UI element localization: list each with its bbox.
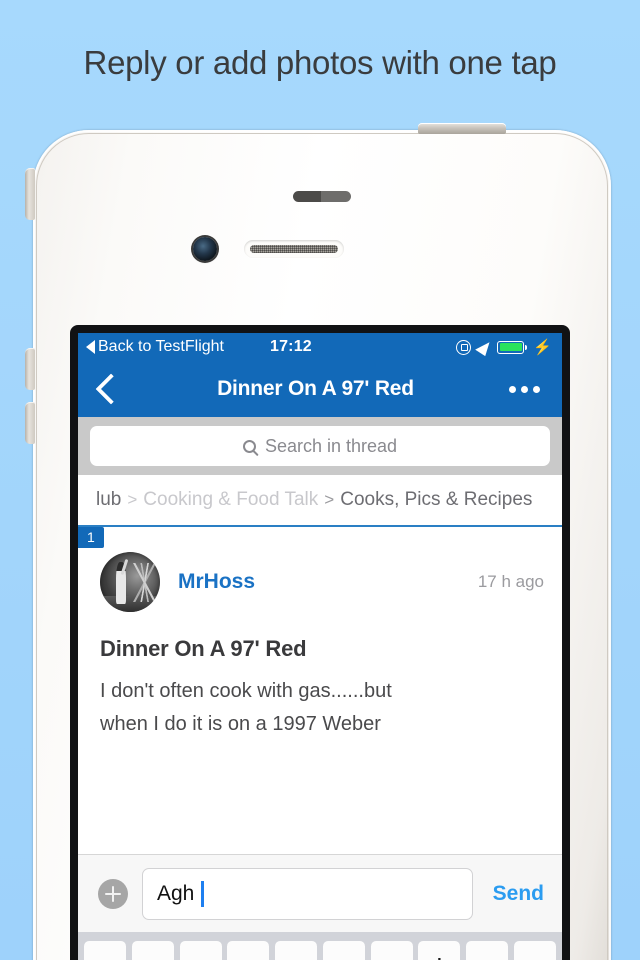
volume-up-button[interactable]	[25, 348, 35, 390]
post-header: MrHoss 17 h ago	[78, 527, 562, 612]
nav-bar: Dinner On A 97' Red	[78, 361, 562, 417]
status-indicators: ⚡	[456, 337, 552, 357]
page-headline: Reply or add photos with one tap	[83, 44, 557, 81]
search-input[interactable]: Search in thread	[90, 426, 550, 466]
power-button[interactable]	[418, 123, 506, 134]
screen-bezel: Back to TestFlight 17:12 ⚡ Dinner On A 9…	[70, 325, 570, 960]
key-e[interactable]: e	[179, 941, 222, 960]
post-item: 1 MrHoss 17 h ago Dinner On A 97' Red I …	[78, 527, 562, 741]
charging-bolt-icon: ⚡	[533, 338, 552, 356]
back-triangle-icon	[86, 340, 95, 354]
reply-input-value: Agh	[157, 881, 195, 905]
phone-screen: Back to TestFlight 17:12 ⚡ Dinner On A 9…	[78, 333, 562, 960]
key-y[interactable]: y	[322, 941, 365, 960]
key-t[interactable]: t	[275, 941, 318, 960]
reply-composer: Agh Send	[78, 854, 562, 932]
reply-input[interactable]: Agh	[142, 867, 473, 920]
search-icon	[242, 439, 256, 453]
proximity-sensor	[293, 191, 351, 202]
status-back-to-app[interactable]: Back to TestFlight	[86, 338, 224, 356]
silent-switch[interactable]	[25, 168, 35, 220]
text-caret	[201, 880, 204, 907]
post-timestamp: 17 h ago	[477, 572, 544, 591]
phone-device: Back to TestFlight 17:12 ⚡ Dinner On A 9…	[25, 123, 611, 960]
key-q[interactable]: q	[84, 941, 126, 960]
breadcrumb-item-2[interactable]: Cooks, Pics & Recipes	[340, 489, 532, 511]
rotation-lock-icon	[456, 339, 472, 355]
front-camera	[193, 237, 217, 261]
keyboard-row-1: q w e r t y u i o p	[81, 941, 559, 960]
breadcrumb: lub > Cooking & Food Talk > Cooks, Pics …	[78, 475, 562, 525]
location-arrow-icon	[475, 337, 494, 357]
post-title: Dinner On A 97' Red	[100, 636, 307, 661]
status-clock: 17:12	[269, 338, 312, 355]
post-author[interactable]: MrHoss	[178, 570, 255, 594]
plus-circle-icon[interactable]	[98, 878, 128, 909]
avatar[interactable]	[100, 552, 160, 612]
search-bar-container: Search in thread	[78, 417, 562, 475]
key-p[interactable]: p	[513, 941, 556, 960]
status-bar: Back to TestFlight 17:12 ⚡	[78, 333, 562, 361]
breadcrumb-separator-0: >	[127, 490, 138, 509]
battery-icon	[497, 340, 528, 354]
post-body-line-2: when I do it is on a 1997 Weber	[100, 713, 381, 735]
earpiece-speaker	[244, 240, 344, 258]
key-o[interactable]: o	[466, 941, 509, 960]
post-number-badge: 1	[78, 527, 104, 548]
post-body-line-1: I don't often cook with gas......but	[100, 680, 392, 702]
breadcrumb-separator-1: >	[324, 490, 335, 509]
more-dots-icon[interactable]	[509, 385, 540, 393]
key-u[interactable]: u	[370, 941, 413, 960]
volume-down-button[interactable]	[25, 402, 35, 444]
key-i[interactable]: i	[418, 941, 461, 960]
send-button[interactable]: Send	[487, 882, 550, 906]
status-back-label: Back to TestFlight	[98, 338, 224, 355]
key-r[interactable]: r	[227, 941, 270, 960]
search-placeholder: Search in thread	[264, 435, 398, 456]
breadcrumb-item-0[interactable]: lub	[96, 489, 121, 511]
page-title: Dinner On A 97' Red	[217, 377, 414, 400]
on-screen-keyboard: q w e r t y u i o p	[78, 932, 562, 960]
key-w[interactable]: w	[131, 941, 174, 960]
breadcrumb-item-1[interactable]: Cooking & Food Talk	[143, 489, 318, 511]
